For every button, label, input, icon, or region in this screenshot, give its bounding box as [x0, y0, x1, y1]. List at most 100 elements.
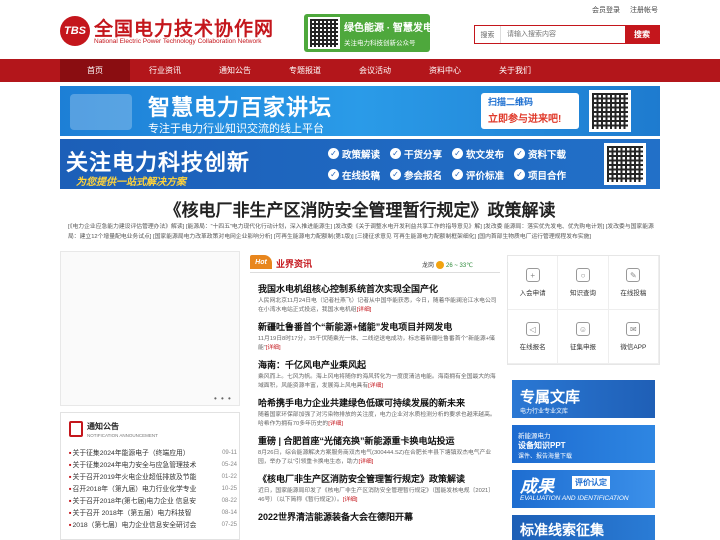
news-title[interactable]: 《核电厂非生产区消防安全管理暂行规定》政策解读: [258, 473, 498, 485]
news-summary: 8月26日，综合能源解决方案服务商双杰电气(300444.SZ)在合肥长丰县下塘…: [258, 450, 492, 465]
nav-item-about[interactable]: 关于我们: [480, 59, 550, 82]
feature-item: ✓ 软文发布: [452, 143, 514, 164]
news-header: Hot 业界资讯 龙岗 26 ~ 33℃: [250, 255, 500, 273]
collection-declaration-button[interactable]: ☺ 征集申报: [558, 310, 609, 364]
more-link[interactable]: [详细]: [357, 307, 372, 313]
news-category-title[interactable]: 业界资讯: [276, 257, 312, 270]
logo-icon: TBS: [60, 16, 90, 46]
site-logo[interactable]: TBS 全国电力技术协作网 National Electric Power Te…: [60, 14, 273, 50]
list-item[interactable]: 关于召开2019年火电企业超低排放及节能01-22: [69, 471, 237, 483]
slider-dots[interactable]: • • •: [214, 394, 232, 403]
news-title[interactable]: 我国水电机组核心控制系统首次实现全国产化: [258, 283, 498, 295]
user-add-icon: +: [525, 268, 540, 282]
list-item[interactable]: 关于征集2024年能源电子（终端应用）09-11: [69, 447, 237, 459]
nav-item-industry-news[interactable]: 行业资讯: [130, 59, 200, 82]
login-link[interactable]: 会员登录: [592, 7, 620, 14]
list-item[interactable]: 关于召开2018年(第七届)电力企业 信息安08-22: [69, 495, 237, 507]
list-item[interactable]: 关于召开 2018年（第五届）电力科技智08-14: [69, 507, 237, 519]
qr-code-icon: [604, 143, 646, 185]
edit-icon: ✎: [626, 268, 641, 282]
feature-item: ✓ 项目合作: [514, 164, 576, 185]
more-link[interactable]: [详细]: [328, 421, 343, 427]
green-energy-banner[interactable]: 绿色能源 · 智慧发电 关注电力科技创新公众号: [304, 14, 430, 52]
register-link[interactable]: 注册帐号: [630, 7, 658, 14]
nav-item-events[interactable]: 会议活动: [340, 59, 410, 82]
nav-item-resources[interactable]: 资料中心: [410, 59, 480, 82]
check-icon: ✓: [328, 169, 339, 180]
nav-item-home[interactable]: 首页: [60, 59, 130, 82]
search-button[interactable]: 搜索: [625, 26, 659, 43]
news-title[interactable]: 重磅 | 合肥首座“光储充换”新能源重卡换电站投运: [258, 435, 498, 447]
exclusive-library-ad[interactable]: 专属文库 电力行业专业文库: [512, 380, 655, 418]
news-summary: 随着国家环保部加强了对污染物排放的关注度，电力企业对水质检测分析的要求也越来越高…: [258, 412, 496, 427]
search-input[interactable]: [501, 26, 625, 43]
news-title[interactable]: 海南：千亿风电产业乘风起: [258, 359, 498, 371]
list-item[interactable]: 召开2018年（第九届）电力行业化学专业10-25: [69, 483, 237, 495]
ad-line-1: 新能源电力: [518, 433, 551, 440]
standard-clue-ad[interactable]: 标准线索征集: [512, 515, 655, 540]
news-title[interactable]: 2022世界清洁能源装备大会在德阳开幕: [258, 511, 498, 523]
ad-title: 专属文库: [520, 388, 581, 406]
news-summary: 11月19日8时17分，35千伏随乘光一体、二线逆送电成功，标志着新疆吐鲁番首个…: [258, 336, 495, 351]
search-type-select[interactable]: 搜索: [475, 26, 501, 43]
lecture-banner[interactable]: 智慧电力百家讲坛 专注于电力行业知识交流的线上平台 扫描二维码 立即参与进来吧!: [60, 86, 660, 136]
notice-title: 通知公告: [87, 422, 119, 431]
achievement-evaluation-ad[interactable]: 成果 评价认定 EVALUATION AND IDENTIFICATION: [512, 470, 655, 508]
person-icon: ☺: [575, 322, 590, 336]
list-item[interactable]: 关于征集2024年电力安全与应急管理技术05-24: [69, 459, 237, 471]
list-item[interactable]: 2018（第七届）电力企业信息安全研讨会07-25: [69, 519, 237, 531]
list-item: 哈希携手电力企业共建绿色低碳可持续发展的新未来 随着国家环保部加强了对污染物排放…: [258, 397, 498, 429]
knowledge-search-button[interactable]: ○ 知识查询: [558, 256, 609, 310]
main-nav: 首页 行业资讯 通知公告 专题报道 会议活动 资料中心 关于我们: [0, 59, 720, 82]
innovation-banner[interactable]: 关注电力科技创新 为您提供一站式解决方案 ✓ 政策解读 ✓ 干货分享 ✓ 软文发布 ✓…: [60, 139, 660, 189]
wechat-app-button[interactable]: ✉ 微信APP: [608, 310, 659, 364]
weather-city: 龙岗: [422, 263, 435, 269]
page: 会员登录 注册帐号 TBS 全国电力技术协作网 National Electri…: [0, 0, 720, 540]
sun-icon: [436, 261, 445, 270]
more-link[interactable]: [详细]: [368, 383, 383, 389]
qr-code-icon: [308, 17, 340, 49]
news-title[interactable]: 新疆吐鲁番首个“新能源+储能”发电项目并网发电: [258, 321, 498, 333]
wechat-icon: ✉: [626, 322, 641, 336]
nav-item-special-reports[interactable]: 专题报道: [270, 59, 340, 82]
news-summary: 乘风而上。七风为帆。海上风电将随你的海风转化为一度度清洁电能。海南拥有全国最大的…: [258, 374, 496, 389]
online-submission-button[interactable]: ✎ 在线投稿: [608, 256, 659, 310]
notice-subtitle: NOTIFICATION ANNOUNCEMENT: [87, 433, 158, 438]
ad-subtitle: EVALUATION AND IDENTIFICATION: [520, 495, 629, 502]
green-banner-title: 绿色能源 · 智慧发电: [344, 23, 430, 34]
headline-related-links[interactable]: [《电力企业应急能力建设评估管理办法》解读] [能源局：“十四五”电力现代化行动…: [68, 222, 658, 242]
feature-item: ✓ 资料下载: [514, 143, 576, 164]
check-icon: ✓: [514, 148, 525, 159]
sound-icon: ◁: [525, 322, 540, 336]
logo-title: 全国电力技术协作网: [94, 18, 275, 40]
headline-title[interactable]: 《核电厂非生产区消防安全管理暂行规定》政策解读: [60, 196, 660, 221]
more-link[interactable]: [详细]: [358, 459, 373, 465]
online-registration-button[interactable]: ◁ 在线报名: [508, 310, 559, 364]
join-application-button[interactable]: + 入会申请: [508, 256, 559, 310]
lecture-banner-title: 智慧电力百家讲坛: [148, 95, 333, 121]
news-summary: 近日，国家能源局印发了《核电厂非生产区消防安全管理暂行规定》（国能发核电规〔20…: [258, 488, 495, 503]
feature-item: ✓ 干货分享: [390, 143, 452, 164]
quick-actions: + 入会申请 ○ 知识查询 ✎ 在线投稿 ◁ 在线报名 ☺ 征集申报 ✉ 微信APP: [507, 255, 660, 365]
news-title[interactable]: 哈希携手电力企业共建绿色低碳可持续发展的新未来: [258, 397, 498, 409]
list-item: 新疆吐鲁番首个“新能源+储能”发电项目并网发电 11月19日8时17分，35千伏…: [258, 321, 498, 353]
image-slider[interactable]: [60, 251, 240, 406]
ppt-download-ad[interactable]: 新能源电力 设备知识PPT 课件、报告海量下载: [512, 425, 655, 463]
feature-item: ✓ 评价标准: [452, 164, 514, 185]
news-summary: 人民网北京11月24日电（记者杜燕飞）记者从中国华能获悉，今日，随着华能澜沧江水…: [258, 298, 497, 313]
more-link[interactable]: [详细]: [266, 345, 281, 351]
innovation-banner-subtitle: 为您提供一站式解决方案: [76, 177, 186, 188]
ad-title: 成果: [520, 477, 554, 497]
notice-panel: 通知公告 NOTIFICATION ANNOUNCEMENT 关于征集2024年…: [60, 412, 240, 540]
feature-item: ✓ 在线投稿: [328, 164, 390, 185]
ad-line-3: 课件、报告海量下载: [518, 454, 573, 460]
check-icon: ✓: [328, 148, 339, 159]
list-item: 海南：千亿风电产业乘风起 乘风而上。七风为帆。海上风电将随你的海风转化为一度度清…: [258, 359, 498, 391]
ad-subtitle: 电力行业专业文库: [520, 409, 569, 415]
check-icon: ✓: [452, 148, 463, 159]
search-icon: ○: [575, 268, 590, 282]
more-link[interactable]: [详细]: [343, 497, 358, 503]
check-icon: ✓: [452, 169, 463, 180]
notice-header: 通知公告 NOTIFICATION ANNOUNCEMENT: [69, 421, 159, 443]
nav-item-notices[interactable]: 通知公告: [200, 59, 270, 82]
